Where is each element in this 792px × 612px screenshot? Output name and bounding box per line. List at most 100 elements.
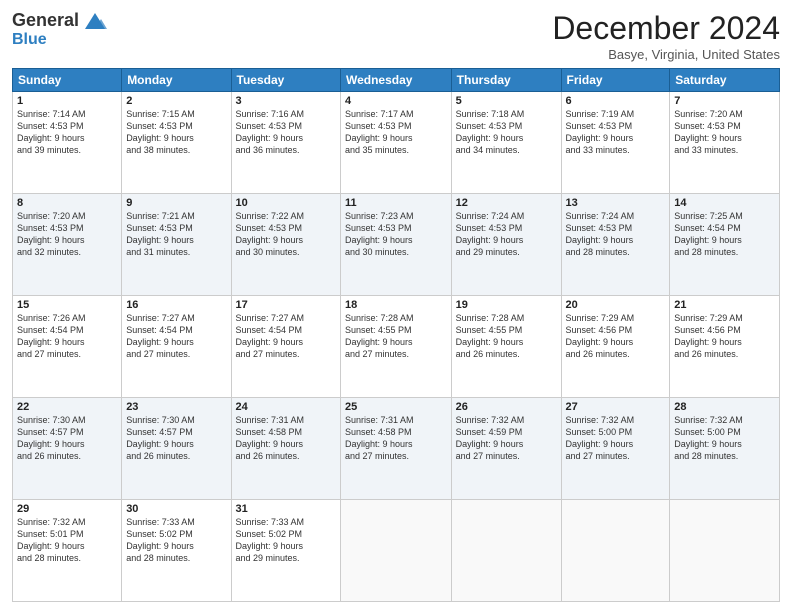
day-number: 20 [566,299,666,311]
day-info: Sunrise: 7:21 AM Sunset: 4:53 PM Dayligh… [126,210,226,259]
day-number: 19 [456,299,557,311]
day-number: 15 [17,299,117,311]
calendar-cell: 10Sunrise: 7:22 AM Sunset: 4:53 PM Dayli… [231,194,340,296]
day-info: Sunrise: 7:26 AM Sunset: 4:54 PM Dayligh… [17,312,117,361]
day-info: Sunrise: 7:24 AM Sunset: 4:53 PM Dayligh… [456,210,557,259]
day-info: Sunrise: 7:29 AM Sunset: 4:56 PM Dayligh… [674,312,775,361]
calendar-cell: 27Sunrise: 7:32 AM Sunset: 5:00 PM Dayli… [561,398,670,500]
day-number: 14 [674,197,775,209]
day-number: 13 [566,197,666,209]
day-info: Sunrise: 7:33 AM Sunset: 5:02 PM Dayligh… [236,516,336,565]
logo-blue: Blue [12,31,47,49]
calendar-cell: 30Sunrise: 7:33 AM Sunset: 5:02 PM Dayli… [122,500,231,602]
day-number: 9 [126,197,226,209]
col-thursday: Thursday [451,69,561,92]
day-info: Sunrise: 7:24 AM Sunset: 4:53 PM Dayligh… [566,210,666,259]
day-number: 22 [17,401,117,413]
day-info: Sunrise: 7:20 AM Sunset: 4:53 PM Dayligh… [17,210,117,259]
col-monday: Monday [122,69,231,92]
day-info: Sunrise: 7:32 AM Sunset: 4:59 PM Dayligh… [456,414,557,463]
logo-icon [81,11,109,31]
calendar-cell: 14Sunrise: 7:25 AM Sunset: 4:54 PM Dayli… [670,194,780,296]
day-number: 16 [126,299,226,311]
day-number: 18 [345,299,447,311]
day-number: 4 [345,95,447,107]
week-row-1: 8Sunrise: 7:20 AM Sunset: 4:53 PM Daylig… [13,194,780,296]
day-number: 11 [345,197,447,209]
col-saturday: Saturday [670,69,780,92]
day-number: 25 [345,401,447,413]
day-info: Sunrise: 7:32 AM Sunset: 5:00 PM Dayligh… [566,414,666,463]
day-info: Sunrise: 7:29 AM Sunset: 4:56 PM Dayligh… [566,312,666,361]
calendar-cell: 26Sunrise: 7:32 AM Sunset: 4:59 PM Dayli… [451,398,561,500]
day-number: 27 [566,401,666,413]
day-number: 10 [236,197,336,209]
calendar-cell [670,500,780,602]
calendar-cell: 9Sunrise: 7:21 AM Sunset: 4:53 PM Daylig… [122,194,231,296]
day-number: 5 [456,95,557,107]
calendar-cell: 28Sunrise: 7:32 AM Sunset: 5:00 PM Dayli… [670,398,780,500]
day-number: 21 [674,299,775,311]
day-number: 30 [126,503,226,515]
column-headers: Sunday Monday Tuesday Wednesday Thursday… [13,69,780,92]
calendar-cell: 16Sunrise: 7:27 AM Sunset: 4:54 PM Dayli… [122,296,231,398]
day-info: Sunrise: 7:23 AM Sunset: 4:53 PM Dayligh… [345,210,447,259]
day-info: Sunrise: 7:19 AM Sunset: 4:53 PM Dayligh… [566,108,666,157]
calendar-cell: 13Sunrise: 7:24 AM Sunset: 4:53 PM Dayli… [561,194,670,296]
day-info: Sunrise: 7:30 AM Sunset: 4:57 PM Dayligh… [17,414,117,463]
day-info: Sunrise: 7:25 AM Sunset: 4:54 PM Dayligh… [674,210,775,259]
calendar-cell [561,500,670,602]
col-tuesday: Tuesday [231,69,340,92]
calendar-cell [451,500,561,602]
calendar-cell: 15Sunrise: 7:26 AM Sunset: 4:54 PM Dayli… [13,296,122,398]
calendar-cell: 12Sunrise: 7:24 AM Sunset: 4:53 PM Dayli… [451,194,561,296]
week-row-0: 1Sunrise: 7:14 AM Sunset: 4:53 PM Daylig… [13,92,780,194]
day-info: Sunrise: 7:27 AM Sunset: 4:54 PM Dayligh… [236,312,336,361]
calendar-cell: 8Sunrise: 7:20 AM Sunset: 4:53 PM Daylig… [13,194,122,296]
calendar-cell: 20Sunrise: 7:29 AM Sunset: 4:56 PM Dayli… [561,296,670,398]
day-info: Sunrise: 7:33 AM Sunset: 5:02 PM Dayligh… [126,516,226,565]
page: General Blue December 2024 Basye, Virgin… [0,0,792,612]
location: Basye, Virginia, United States [552,47,780,62]
calendar-cell: 29Sunrise: 7:32 AM Sunset: 5:01 PM Dayli… [13,500,122,602]
month-title: December 2024 [552,10,780,47]
calendar-cell [340,500,451,602]
day-number: 31 [236,503,336,515]
day-info: Sunrise: 7:16 AM Sunset: 4:53 PM Dayligh… [236,108,336,157]
calendar-cell: 25Sunrise: 7:31 AM Sunset: 4:58 PM Dayli… [340,398,451,500]
day-info: Sunrise: 7:32 AM Sunset: 5:01 PM Dayligh… [17,516,117,565]
calendar-cell: 31Sunrise: 7:33 AM Sunset: 5:02 PM Dayli… [231,500,340,602]
day-number: 8 [17,197,117,209]
col-friday: Friday [561,69,670,92]
week-row-3: 22Sunrise: 7:30 AM Sunset: 4:57 PM Dayli… [13,398,780,500]
day-info: Sunrise: 7:18 AM Sunset: 4:53 PM Dayligh… [456,108,557,157]
day-number: 29 [17,503,117,515]
day-info: Sunrise: 7:27 AM Sunset: 4:54 PM Dayligh… [126,312,226,361]
calendar-cell: 6Sunrise: 7:19 AM Sunset: 4:53 PM Daylig… [561,92,670,194]
calendar-cell: 24Sunrise: 7:31 AM Sunset: 4:58 PM Dayli… [231,398,340,500]
calendar-cell: 18Sunrise: 7:28 AM Sunset: 4:55 PM Dayli… [340,296,451,398]
logo: General Blue [12,10,109,49]
calendar-cell: 22Sunrise: 7:30 AM Sunset: 4:57 PM Dayli… [13,398,122,500]
week-row-2: 15Sunrise: 7:26 AM Sunset: 4:54 PM Dayli… [13,296,780,398]
calendar-cell: 19Sunrise: 7:28 AM Sunset: 4:55 PM Dayli… [451,296,561,398]
day-number: 12 [456,197,557,209]
calendar-cell: 4Sunrise: 7:17 AM Sunset: 4:53 PM Daylig… [340,92,451,194]
day-info: Sunrise: 7:31 AM Sunset: 4:58 PM Dayligh… [345,414,447,463]
day-number: 7 [674,95,775,107]
day-info: Sunrise: 7:20 AM Sunset: 4:53 PM Dayligh… [674,108,775,157]
week-row-4: 29Sunrise: 7:32 AM Sunset: 5:01 PM Dayli… [13,500,780,602]
calendar-cell: 11Sunrise: 7:23 AM Sunset: 4:53 PM Dayli… [340,194,451,296]
calendar-cell: 1Sunrise: 7:14 AM Sunset: 4:53 PM Daylig… [13,92,122,194]
col-wednesday: Wednesday [340,69,451,92]
calendar-cell: 5Sunrise: 7:18 AM Sunset: 4:53 PM Daylig… [451,92,561,194]
day-number: 1 [17,95,117,107]
calendar-cell: 21Sunrise: 7:29 AM Sunset: 4:56 PM Dayli… [670,296,780,398]
logo-general: General [12,10,79,31]
calendar-cell: 3Sunrise: 7:16 AM Sunset: 4:53 PM Daylig… [231,92,340,194]
calendar-table: Sunday Monday Tuesday Wednesday Thursday… [12,68,780,602]
day-number: 26 [456,401,557,413]
title-block: December 2024 Basye, Virginia, United St… [552,10,780,62]
col-sunday: Sunday [13,69,122,92]
day-info: Sunrise: 7:28 AM Sunset: 4:55 PM Dayligh… [345,312,447,361]
